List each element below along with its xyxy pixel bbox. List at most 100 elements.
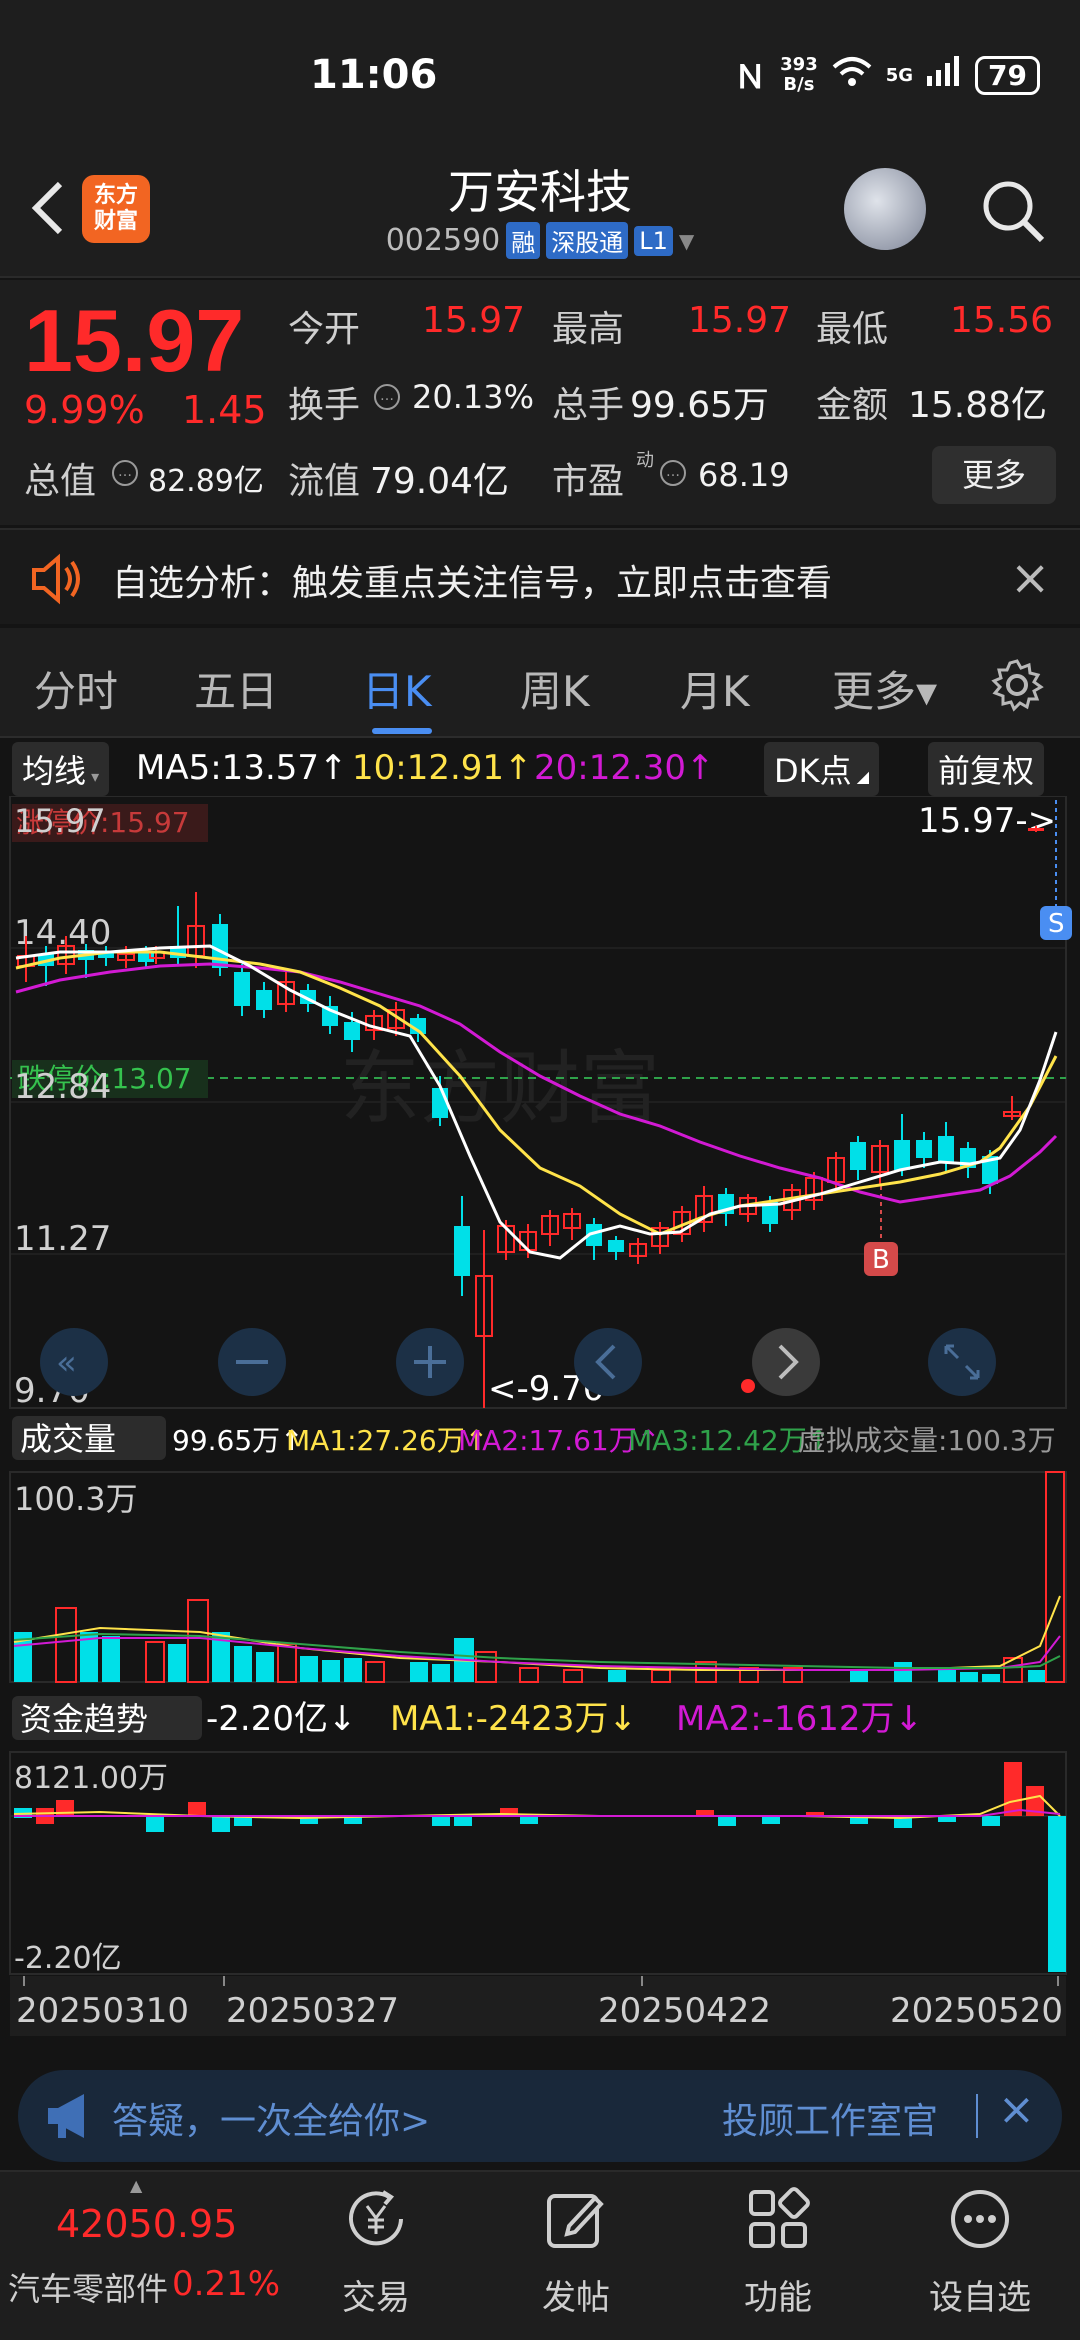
search-button[interactable]	[980, 178, 1046, 244]
axis-label-top: 15.97	[14, 802, 106, 840]
low-label: 最低	[816, 309, 889, 350]
axis-label-4: 11.27	[14, 1219, 111, 1259]
tab-monthly-k[interactable]: 月K	[680, 658, 750, 719]
open-label: 今开	[288, 309, 361, 350]
nav-trade[interactable]: 交易	[306, 2186, 446, 2319]
tab-daily-k[interactable]: 日K	[362, 658, 432, 719]
volume-value: 99.65万↑	[172, 1424, 304, 1457]
tab-weekly-k[interactable]: 周K	[520, 658, 590, 719]
analysis-alert[interactable]: 自选分析：触发重点关注信号，立即点击查看 ×	[0, 528, 1080, 624]
virtual-volume: 虚拟成交量:100.3万	[798, 1424, 1056, 1457]
mcap-value: 82.89亿	[148, 464, 264, 499]
kline-chart-area[interactable]: 东方财富 涨停价:15.97 跌停价:13.07 15.97 14.40 12.…	[0, 796, 1080, 2061]
sell-signal-label: S	[1048, 909, 1065, 939]
change-percent: 9.99%	[24, 388, 145, 432]
date-label-4: 20250520	[890, 1991, 1063, 2031]
nav-add-watchlist[interactable]: 设自选	[910, 2186, 1050, 2319]
wifi-icon	[832, 55, 872, 95]
watermark-text: 东方财富	[340, 1044, 660, 1133]
indicator-selector[interactable]: 均线 ▾	[12, 742, 110, 796]
dk-point-selector[interactable]: DK点 ◢	[764, 742, 880, 796]
amount-value: 15.88亿	[908, 385, 1048, 426]
fund-flow-value: -2.20亿↓	[206, 1699, 356, 1739]
banner-divider	[976, 2094, 978, 2138]
promo-banner[interactable]: 答疑，一次全给你> 投顾工作室官 ×	[18, 2070, 1062, 2162]
settings-gear-icon[interactable]	[990, 658, 1044, 712]
info-icon[interactable]: …	[660, 460, 686, 486]
mcap-label: 总值	[24, 461, 97, 502]
last-price: 15.97	[24, 291, 245, 390]
banner-advisor-link[interactable]: 投顾工作室官	[722, 2092, 938, 2144]
volume-selector-label: 成交量	[20, 1420, 116, 1458]
sector-name[interactable]: 汽车零部件	[8, 2264, 168, 2310]
nav-trade-label: 交易	[342, 2278, 410, 2318]
fund-flow-ma1: MA1:-2423万↓	[390, 1699, 637, 1739]
open-value: 15.97	[422, 300, 526, 341]
info-icon[interactable]: …	[374, 384, 400, 410]
nav-post[interactable]: 发帖	[506, 2186, 646, 2319]
amount-label: 金额	[816, 385, 889, 426]
turnover-value: 20.13%	[412, 378, 535, 416]
fullscreen-button[interactable]	[928, 1328, 996, 1396]
last-price-tag: 15.97->	[918, 801, 1056, 841]
more-button[interactable]: 更多	[932, 446, 1056, 504]
tab-more[interactable]: 更多▾	[832, 658, 937, 719]
fund-flow-axis-top: 8121.00万	[14, 1761, 168, 1796]
nav-post-label: 发帖	[542, 2278, 610, 2318]
fund-flow-selector-label: 资金趋势	[20, 1700, 148, 1738]
net-speed-value: 393	[780, 54, 818, 75]
edit-post-icon	[547, 2194, 604, 2248]
turnover-label: 换手	[288, 385, 361, 426]
banner-text: 答疑，一次全给你>	[112, 2101, 431, 2142]
tab-intraday[interactable]: 分时	[34, 658, 118, 719]
assistant-robot-icon[interactable]	[844, 168, 926, 250]
bottom-navigation: ▲ 42050.95 汽车零部件 0.21% 交易 发帖 功能 设自选	[0, 2170, 1080, 2340]
status-icons: Ｎ 393 B/s 5G 79	[734, 52, 1040, 98]
signal-dot	[741, 1379, 755, 1393]
volume-value: 99.65万	[630, 385, 770, 426]
nav-functions[interactable]: 功能	[708, 2186, 848, 2319]
expand-up-icon[interactable]: ▲	[130, 2176, 142, 2195]
buy-signal-label: B	[872, 1245, 890, 1275]
indicator-selector-label: 均线	[22, 752, 87, 790]
dk-point-label: DK点	[774, 752, 852, 790]
stock-code: 002590	[385, 223, 501, 258]
pe-label: 市盈	[552, 461, 625, 502]
sector-index-value[interactable]: 42050.95	[56, 2202, 237, 2246]
tab-five-day[interactable]: 五日	[194, 658, 278, 719]
ma5-value: MA5:13.57↑	[136, 748, 348, 788]
volume-axis-top: 100.3万	[14, 1480, 138, 1518]
float-label: 流值	[288, 461, 361, 502]
tag-shenzhen-connect: 深股通	[546, 222, 629, 259]
next-button[interactable]	[752, 1328, 820, 1396]
fund-flow-header: 资金趋势 -2.20亿↓ MA1:-2423万↓ MA2:-1612万↓	[12, 1696, 923, 1740]
previous-button[interactable]	[574, 1328, 642, 1396]
nav-add-watchlist-label: 设自选	[929, 2278, 1031, 2318]
change-amount: 1.45	[182, 388, 267, 432]
alert-text: 自选分析：触发重点关注信号，立即点击查看	[112, 563, 833, 604]
info-icon[interactable]: …	[112, 460, 138, 486]
quote-panel: 15.97 9.99% 1.45 今开 15.97 最高 15.97 最低 15…	[0, 280, 1080, 525]
stock-header: 东方 财富 万安科技 002590 融 深股通 L1 ▼	[0, 150, 1080, 278]
nfc-icon: Ｎ	[734, 58, 767, 96]
net-speed: 393 B/s	[780, 55, 818, 95]
close-icon[interactable]: ×	[998, 2084, 1035, 2135]
volume-label: 总手	[552, 385, 625, 426]
status-bar: 11:06 Ｎ 393 B/s 5G 79	[0, 0, 1080, 150]
battery-indicator: 79	[975, 55, 1040, 95]
tag-level1: L1	[634, 225, 673, 256]
signal-icon	[927, 56, 961, 94]
close-icon[interactable]: ×	[1010, 550, 1050, 606]
date-label-2: 20250327	[226, 1991, 399, 2031]
low-value: 15.56	[950, 300, 1054, 341]
date-label-1: 20250310	[16, 1991, 189, 2031]
date-label-3: 20250422	[598, 1991, 771, 2031]
megaphone-icon	[48, 2094, 84, 2138]
ma-indicator-row: 均线 ▾ MA5:13.57↑ 10:12.91↑ 20:12.30↑ DK点 …	[0, 740, 1080, 796]
axis-label-3: 12.84	[14, 1067, 111, 1107]
ma20-value: 20:12.30↑	[534, 748, 715, 788]
net-speed-unit: B/s	[783, 74, 815, 95]
high-label: 最高	[552, 309, 625, 350]
adjust-selector[interactable]: 前复权	[928, 742, 1045, 796]
search-icon	[983, 181, 1045, 243]
